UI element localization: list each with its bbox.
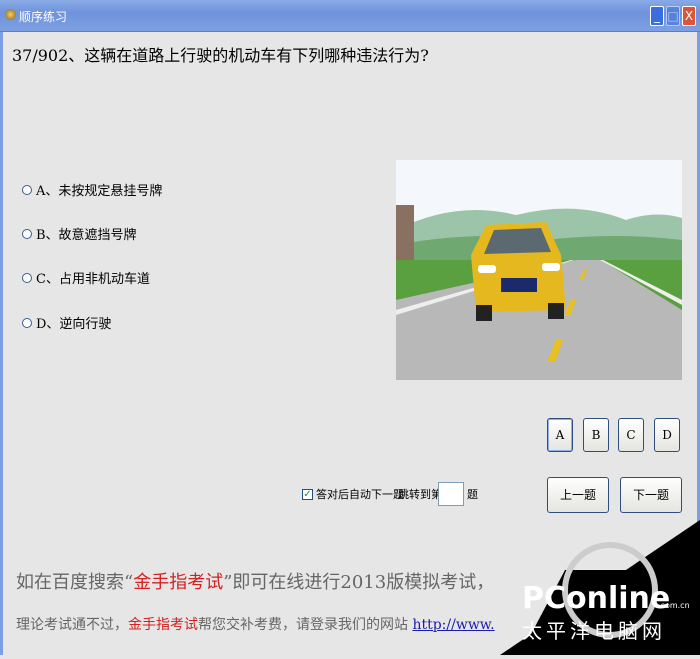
auto-next-label: 答对后自动下一题 <box>316 488 404 501</box>
answer-b-button[interactable]: B <box>583 418 609 452</box>
watermark-brand: PConline <box>522 581 670 616</box>
answer-a-button[interactable]: A <box>547 418 573 452</box>
close-button[interactable]: X <box>682 6 696 26</box>
jump-suffix: 题 <box>467 488 478 501</box>
minimize-button[interactable]: _ <box>650 6 664 26</box>
option-label: A、未按规定悬挂号牌 <box>36 184 163 199</box>
website-link[interactable]: http://www. <box>412 617 494 633</box>
option-d[interactable]: D、逆向行驶 <box>22 313 111 332</box>
radio-icon[interactable] <box>22 228 32 239</box>
question-image <box>396 160 682 380</box>
ad-line-2: 理论考试通不过，金手指考试帮您交补考费，请登录我们的网站 http://www. <box>16 617 495 633</box>
answer-d-button[interactable]: D <box>654 418 680 452</box>
ad-line-1: 如在百度搜索“金手指考试”即可在线进行2013版模拟考试， <box>16 572 495 593</box>
option-label: B、故意遮挡号牌 <box>36 228 137 243</box>
watermark-domain: .com.cn <box>658 601 690 610</box>
option-label: D、逆向行驶 <box>36 317 112 332</box>
radio-icon[interactable] <box>22 317 32 328</box>
option-a[interactable]: A、未按规定悬挂号牌 <box>22 180 162 199</box>
option-label: C、占用非机动车道 <box>36 272 150 287</box>
next-button[interactable]: 下一题 <box>620 477 682 513</box>
title-bar: 顺序练习 _ □ X <box>0 0 700 32</box>
window-title: 顺序练习 <box>19 10 68 24</box>
watermark-cn: 太平洋电脑网 <box>522 619 666 643</box>
auto-next-checkbox[interactable]: ✓ 答对后自动下一题 <box>302 486 404 502</box>
maximize-button[interactable]: □ <box>666 6 680 26</box>
app-icon <box>5 9 16 20</box>
prev-button[interactable]: 上一题 <box>547 477 609 513</box>
option-c[interactable]: C、占用非机动车道 <box>22 268 150 287</box>
question-text: 37/902、这辆在道路上行驶的机动车有下列哪种违法行为? <box>12 46 429 65</box>
option-b[interactable]: B、故意遮挡号牌 <box>22 224 137 243</box>
radio-icon[interactable] <box>22 184 32 195</box>
radio-icon[interactable] <box>22 272 32 283</box>
answer-c-button[interactable]: C <box>618 418 644 452</box>
jump-label: 跳转到第 <box>398 488 442 501</box>
pconline-watermark: PConline .com.cn 太平洋电脑网 <box>500 520 700 655</box>
checkmark-icon[interactable]: ✓ <box>302 488 313 500</box>
jump-input[interactable] <box>438 482 464 506</box>
